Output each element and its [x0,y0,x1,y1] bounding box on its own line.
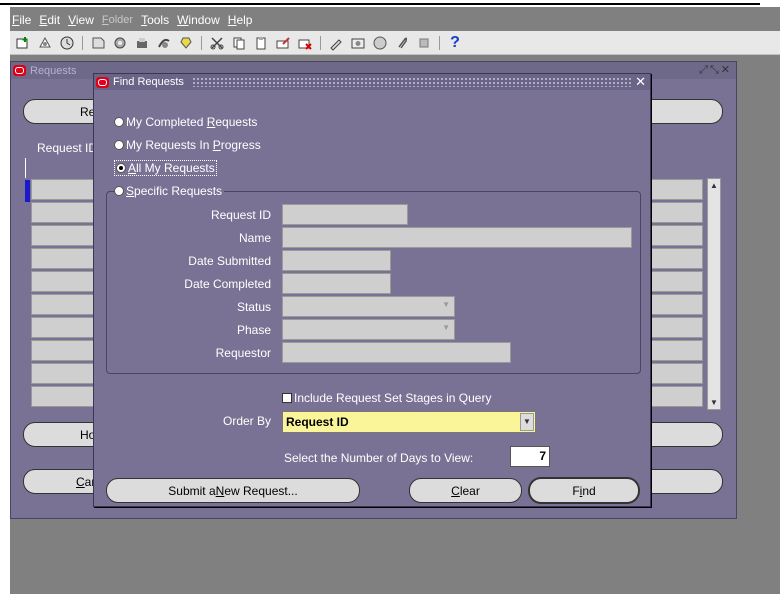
radio-all-my-requests[interactable]: All My Requests [114,160,217,176]
header-divider [25,158,26,178]
phase-label: Phase [236,323,271,337]
navigator-icon[interactable] [37,35,53,51]
menu-help[interactable]: Help [228,13,253,27]
radio-my-completed-requests[interactable]: My Completed Requests [114,114,257,130]
order-by-select[interactable]: Request ID ▼ [282,411,536,433]
radio-specific-requests[interactable]: Specific Requests [114,183,225,199]
radio-button[interactable] [114,186,124,196]
radio-button[interactable] [114,140,124,150]
menu-bar: File Edit View Folder Tools Window Help [10,10,780,30]
scroll-down-icon[interactable]: ▼ [708,396,720,409]
toolbar-separator [201,35,202,50]
menu-file[interactable]: File [12,13,31,27]
phase-select[interactable]: ▼ [282,319,455,340]
include-stages-checkbox[interactable] [282,393,292,403]
menu-edit[interactable]: Edit [39,13,60,27]
toolbar-separator [439,35,440,50]
date-submitted-field[interactable] [282,250,391,271]
request-id-field[interactable] [282,204,408,225]
requests-window-title: Requests [30,64,77,77]
focus-outline: All My Requests [114,160,217,176]
copy-icon[interactable] [178,35,194,51]
attachments-icon[interactable] [350,35,366,51]
delete-record-icon[interactable] [253,35,269,51]
translations-icon[interactable] [328,35,344,51]
requestor-field[interactable] [282,342,511,363]
include-request-set-stages[interactable]: Include Request Set Stages in Query [282,391,491,405]
find-requests-dialog: Find Requests ✕ My Completed Requests My… [93,73,651,507]
folder-icon[interactable] [297,35,313,51]
name-field[interactable] [282,227,632,248]
find-dialog-titlebar[interactable]: Find Requests ✕ [94,74,650,90]
clear-record-icon[interactable] [231,35,247,51]
radio-button[interactable] [114,117,124,127]
name-label: Name [238,231,271,245]
toolbar-separator [82,35,83,50]
date-completed-field[interactable] [282,273,391,294]
chevron-down-icon: ▼ [442,323,450,332]
edit-field-icon[interactable] [275,35,291,51]
find-button[interactable]: Fi nd [529,478,639,503]
scroll-up-icon[interactable]: ▲ [708,179,720,192]
window-controls[interactable]: ⤢⤡✕ [699,63,732,77]
order-by-value: Request ID [286,415,349,429]
desktop: File Edit View Folder Tools Window Help [10,7,780,594]
paste-icon[interactable] [209,35,225,51]
days-to-view-label: Select the Number of Days to View: [284,451,474,465]
radio-my-requests-in-progress[interactable]: My Requests In Progress [114,137,261,153]
puzzle-icon[interactable] [416,35,432,51]
date-completed-label: Date Completed [184,277,271,291]
table-scrollbar[interactable]: ▲ ▼ [707,178,721,410]
close-form-icon[interactable] [134,35,150,51]
date-submitted-label: Date Submitted [188,254,271,268]
menu-window[interactable]: Window [177,13,220,27]
top-border [0,0,780,7]
days-to-view-input[interactable]: 7 [510,446,550,467]
menu-tools[interactable]: Tools [141,13,169,27]
cut-icon[interactable] [156,35,172,51]
radio-label: All My Requests [128,161,215,175]
save-icon[interactable] [90,35,106,51]
titlebar-pattern [191,77,632,87]
status-select[interactable]: ▼ [282,296,455,317]
menu-view[interactable]: View [68,13,94,27]
help-icon[interactable]: ? [447,34,463,51]
oracle-logo-icon [96,76,109,88]
print-icon[interactable] [112,35,128,51]
radio-label: My Completed Requests [126,115,258,129]
find-dialog-title: Find Requests [113,76,184,88]
column-header-request-id: Request ID [37,141,98,155]
paperclip-icon[interactable] [394,35,410,51]
request-id-label: Request ID [210,208,271,222]
toolbar-separator [320,35,321,50]
radio-label: Specific Requests [126,184,223,198]
chevron-down-icon[interactable]: ▼ [520,413,534,431]
close-icon[interactable]: ✕ [635,74,646,90]
folder-tools-icon[interactable] [372,35,388,51]
menu-folder[interactable]: Folder [102,14,133,26]
chevron-down-icon: ▼ [442,300,450,309]
clear-button[interactable]: Clear [409,478,522,503]
toolbar: ? [10,31,780,55]
requestor-label: Requestor [215,346,271,360]
radio-button-selected[interactable] [116,163,126,173]
zoom-icon[interactable] [59,35,75,51]
oracle-logo-icon [13,65,26,76]
include-stages-label: Include Request Set Stages in Query [294,391,492,405]
current-row-indicator [25,180,30,202]
status-label: Status [236,300,271,314]
new-record-icon[interactable] [15,35,31,51]
submit-new-request-button[interactable]: Submit a New Request... [106,478,360,503]
radio-label: My Requests In Progress [126,138,261,152]
order-by-label: Order By [222,414,271,428]
